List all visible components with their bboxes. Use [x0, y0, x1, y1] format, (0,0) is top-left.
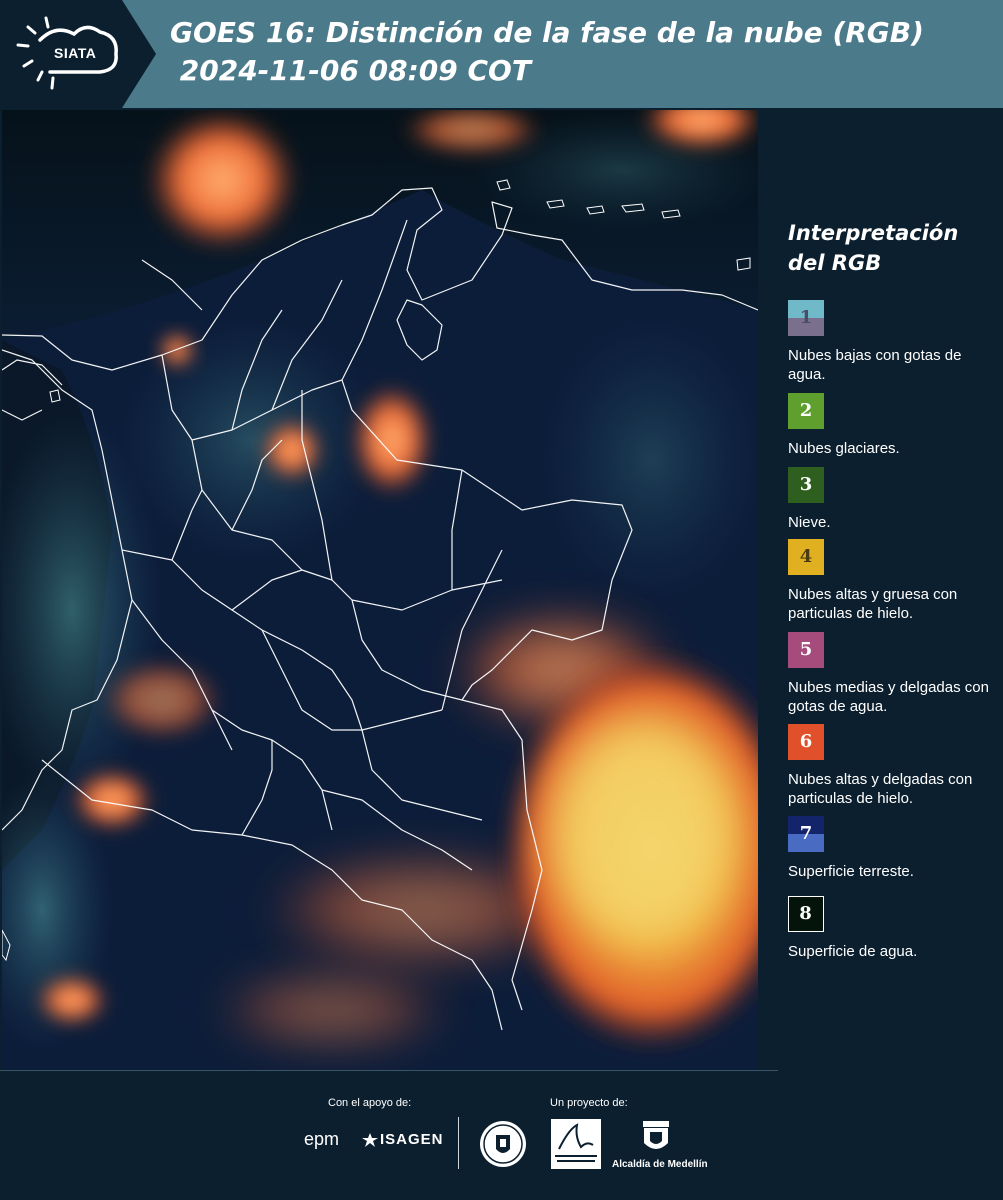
- legend-swatch-4: 4: [788, 539, 824, 575]
- support-label: Con el apoyo de:: [328, 1097, 412, 1109]
- legend-label-5: Nubes medias y delgadas con gotas de agu…: [788, 679, 989, 715]
- legend-swatch-1: 1: [788, 300, 824, 336]
- alcaldia-shield-icon: [643, 1121, 669, 1149]
- satellite-map: [2, 110, 758, 1070]
- legend-swatch-6: 6: [788, 724, 824, 760]
- legend-item-4: 4 Nubes altas y gruesa con particulas de…: [788, 539, 1000, 623]
- legend-number-7: 7: [799, 823, 813, 844]
- legend-item-5: 5 Nubes medias y delgadas con gotas de a…: [788, 632, 1000, 716]
- legend-number-6: 6: [799, 731, 813, 752]
- alcaldia-logo-text: Alcaldía de Medellín: [612, 1159, 708, 1170]
- legend-swatch-8: 8: [788, 896, 824, 932]
- legend-number-8: 8: [799, 903, 812, 924]
- legend-label-6: Nubes altas y delgadas con particulas de…: [788, 771, 973, 807]
- isagen-logo: ISAGEN: [380, 1131, 444, 1148]
- legend-number-1: 1: [799, 307, 813, 328]
- legend-number-4: 4: [799, 546, 813, 567]
- seal-icon: [480, 1121, 526, 1167]
- legend-swatch-2: 2: [788, 393, 824, 429]
- legend-swatch-3: 3: [788, 467, 824, 503]
- legend-label-3: Nieve.: [788, 514, 831, 531]
- isagen-icon: [362, 1133, 378, 1147]
- epm-logo: epm: [304, 1129, 340, 1149]
- legend-item-3: 3 Nieve.: [788, 467, 1000, 532]
- legend-number-2: 2: [799, 400, 813, 421]
- legend-item-7: 7 Superficie terreste.: [788, 816, 1000, 881]
- logo-divider: [458, 1117, 459, 1169]
- area-metropolitana-logo: [551, 1119, 601, 1169]
- project-label: Un proyecto de:: [550, 1097, 628, 1109]
- legend-item-1: 1 Nubes bajas con gotas de agua.: [788, 300, 1000, 384]
- title-line-2: 2024-11-06 08:09 COT: [170, 54, 531, 87]
- legend-label-1: Nubes bajas con gotas de agua.: [788, 347, 962, 383]
- legend-label-4: Nubes altas y gruesa con particulas de h…: [788, 586, 958, 622]
- legend-item-6: 6 Nubes altas y delgadas con particulas …: [788, 724, 1000, 808]
- legend-title: Interpretación del RGB: [788, 221, 959, 275]
- legend-item-8: 8 Superficie de agua.: [788, 896, 1000, 961]
- legend-number-3: 3: [799, 474, 813, 495]
- siata-logo-text: SIATA: [54, 45, 97, 61]
- footer: Con el apoyo de: Un proyecto de: epm ISA…: [0, 1071, 1003, 1200]
- legend-panel: Interpretación del RGB 1 Nubes bajas con…: [760, 110, 1003, 1070]
- legend-number-5: 5: [799, 639, 813, 660]
- legend-swatch-5: 5: [788, 632, 824, 668]
- page-title: GOES 16: Distinción de la fase de la nub…: [170, 14, 924, 90]
- header-bar: SIATA GOES 16: Distinción de la fase de …: [0, 0, 1003, 108]
- legend-label-7: Superficie terreste.: [788, 863, 914, 880]
- legend-label-8: Superficie de agua.: [788, 943, 918, 960]
- legend-swatch-7: 7: [788, 816, 824, 852]
- legend-label-2: Nubes glaciares.: [788, 440, 900, 457]
- legend-item-2: 2 Nubes glaciares.: [788, 393, 1000, 458]
- title-line-1: GOES 16: Distinción de la fase de la nub…: [170, 16, 924, 49]
- siata-logo: SIATA: [0, 0, 156, 108]
